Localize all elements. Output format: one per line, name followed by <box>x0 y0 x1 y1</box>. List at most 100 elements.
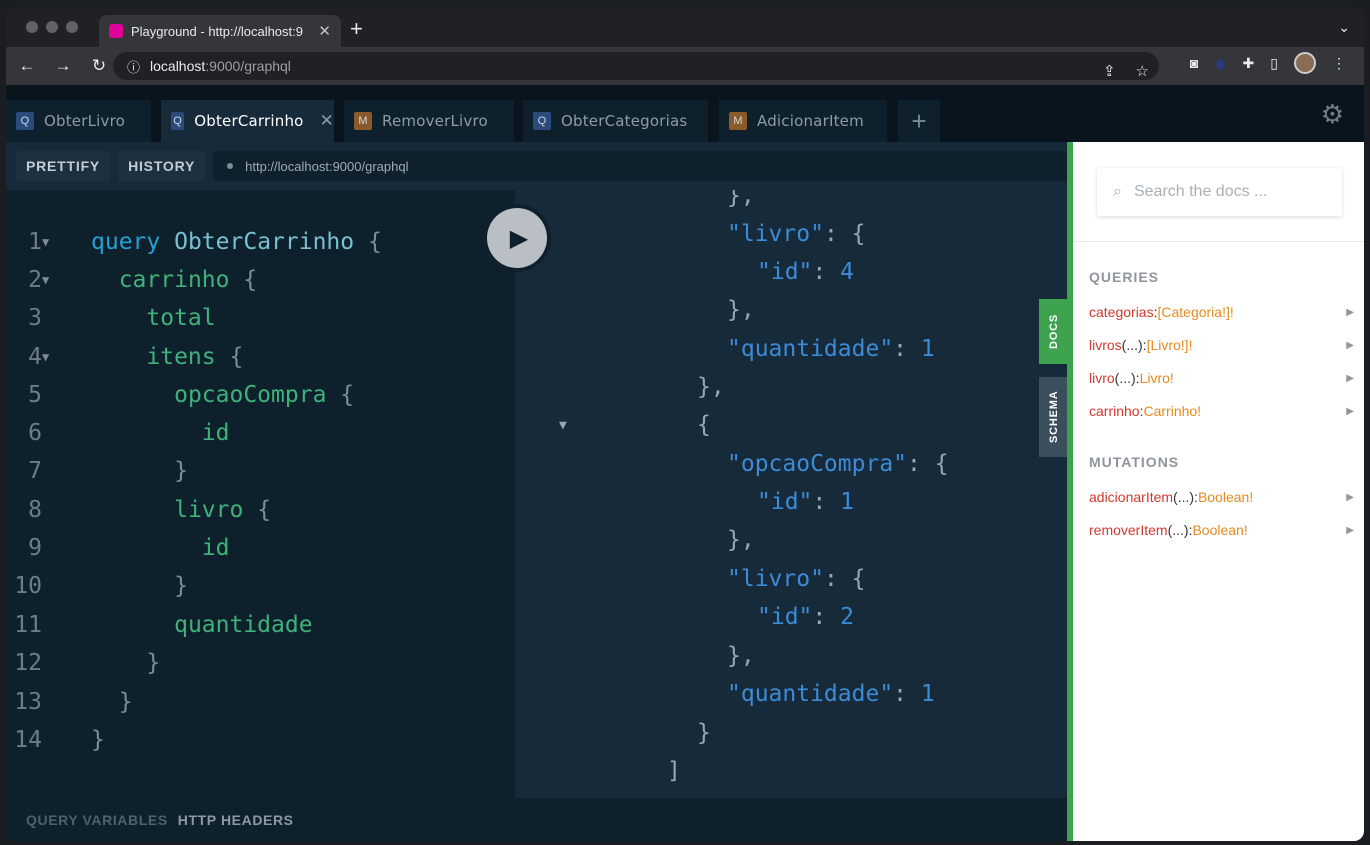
tab-removerlivro[interactable]: M RemoverLivro <box>344 100 514 142</box>
json-punct: }, <box>727 190 755 209</box>
field-name: carrinho <box>1089 403 1140 419</box>
code-brace: } <box>146 650 161 676</box>
extension-icon[interactable]: ◉ <box>1214 55 1226 72</box>
doc-query-livros[interactable]: livros (...): [Livro!]! ▶ <box>1089 337 1354 353</box>
code-brace: { <box>243 267 258 293</box>
mutations-section-title: MUTATIONS <box>1089 454 1180 470</box>
fold-icon[interactable]: ▼ <box>559 418 567 433</box>
json-key: "quantidade" <box>727 681 894 707</box>
json-value: 4 <box>840 259 854 285</box>
line-number: 5 <box>28 382 42 408</box>
code-brace: { <box>229 344 244 370</box>
code-keyword: query <box>91 229 161 255</box>
json-punct: }, <box>727 297 755 323</box>
close-icon[interactable]: ✕ <box>318 22 331 40</box>
doc-query-carrinho[interactable]: carrinho: Carrinho! ▶ <box>1089 403 1354 419</box>
code-brace: { <box>367 229 382 255</box>
query-badge: Q <box>171 112 185 130</box>
arrow-right-icon: ▶ <box>1346 340 1354 351</box>
field-type: Boolean! <box>1192 522 1248 538</box>
browser-titlebar: Playground - http://localhost:9 ✕ + ⌄ <box>6 7 1364 47</box>
browser-tab[interactable]: Playground - http://localhost:9 ✕ <box>99 15 341 47</box>
code-brace: { <box>257 497 272 523</box>
puzzle-icon[interactable]: ✚ <box>1243 55 1255 72</box>
code-field: id <box>201 420 230 446</box>
schema-side-tab[interactable]: SCHEMA <box>1039 377 1069 457</box>
code-field: itens <box>146 344 216 370</box>
field-type: [Categoria!]! <box>1157 304 1234 320</box>
back-icon[interactable]: ← <box>12 51 42 81</box>
tab-adicionaritem[interactable]: M AdicionarItem <box>719 100 887 142</box>
graphql-icon <box>109 24 123 38</box>
tab-obtercarrinho[interactable]: Q ObterCarrinho ✕ <box>161 100 334 142</box>
reload-icon[interactable]: ↻ <box>84 51 114 81</box>
queries-section-title: QUERIES <box>1089 269 1160 285</box>
result-viewer[interactable]: }, "livro": { "id": 4 }, "quantidade": 1… <box>515 190 1068 798</box>
endpoint-input[interactable]: http://localhost:9000/graphql <box>213 151 1068 181</box>
new-tab-button[interactable]: + <box>350 17 363 41</box>
json-punct: }, <box>697 374 725 400</box>
json-punct: }, <box>727 643 755 669</box>
line-number: 13 <box>14 689 42 715</box>
field-name: adicionarItem <box>1089 489 1174 505</box>
chevron-down-icon[interactable]: ⌄ <box>1338 19 1350 36</box>
query-editor[interactable]: 1 ▼ query ObterCarrinho { 2 ▼ carrinho {… <box>6 190 515 798</box>
code-field: opcaoCompra <box>174 382 327 408</box>
prettify-button[interactable]: PRETTIFY <box>16 151 111 181</box>
json-value: 1 <box>840 489 854 515</box>
minimize-window-button[interactable] <box>46 21 58 33</box>
docs-side-tab[interactable]: DOCS <box>1039 299 1069 364</box>
code-brace: } <box>118 689 133 715</box>
search-icon: ⌕ <box>1113 183 1122 200</box>
zoom-window-button[interactable] <box>66 21 78 33</box>
code-field: carrinho <box>118 267 230 293</box>
json-punct: : <box>893 336 921 362</box>
divider <box>1073 241 1364 242</box>
doc-mutation-adicionaritem[interactable]: adicionarItem (...): Boolean! ▶ <box>1089 489 1354 505</box>
arrow-right-icon: ▶ <box>1346 525 1354 536</box>
sidebar-icon[interactable]: ▯ <box>1270 55 1278 72</box>
field-args: (...) <box>1167 522 1189 538</box>
endpoint-url: http://localhost:9000/graphql <box>245 158 409 174</box>
json-punct: : <box>812 489 841 515</box>
line-number: 8 <box>28 497 42 523</box>
doc-query-livro[interactable]: livro (...): Livro! ▶ <box>1089 370 1354 386</box>
query-badge: Q <box>533 112 551 130</box>
search-placeholder: Search the docs ... <box>1133 183 1268 200</box>
address-bar[interactable]: ⓘ localhost:9000/graphql ⇪ ☆ <box>113 52 1159 80</box>
tab-query-variables[interactable]: QUERY VARIABLES <box>26 812 168 828</box>
field-name: livro <box>1089 370 1115 386</box>
extensions-area: ◙ ◉ ✚ ▯ ⋮ <box>1190 52 1346 74</box>
line-number: 2 <box>28 267 42 293</box>
json-punct: { <box>697 412 711 438</box>
json-punct: ] <box>667 758 681 784</box>
close-window-button[interactable] <box>26 21 38 33</box>
more-icon[interactable]: ⋮ <box>1332 55 1346 72</box>
json-key: "id" <box>757 489 813 515</box>
json-key: "livro" <box>727 566 824 592</box>
info-icon[interactable]: ⓘ <box>127 57 140 76</box>
tab-obtercategorias[interactable]: Q ObterCategorias <box>523 100 708 142</box>
docs-search-input[interactable]: ⌕ Search the docs ... <box>1097 168 1342 216</box>
star-icon[interactable]: ☆ <box>1136 62 1149 80</box>
fold-icon[interactable]: ▼ <box>42 235 49 249</box>
tab-http-headers[interactable]: HTTP HEADERS <box>178 812 294 828</box>
camera-icon[interactable]: ◙ <box>1190 55 1198 71</box>
tab-obterlivro[interactable]: Q ObterLivro <box>6 100 151 142</box>
fold-icon[interactable]: ▼ <box>42 350 49 364</box>
plus-icon[interactable]: + <box>898 100 940 142</box>
history-button[interactable]: HISTORY <box>118 151 206 181</box>
share-icon[interactable]: ⇪ <box>1103 62 1116 80</box>
avatar[interactable] <box>1294 52 1316 74</box>
json-punct: : { <box>823 221 866 247</box>
fold-icon[interactable]: ▼ <box>42 273 49 287</box>
forward-icon[interactable]: → <box>48 51 78 81</box>
gear-icon[interactable]: ⚙ <box>1321 99 1344 130</box>
json-key: "livro" <box>727 221 824 247</box>
json-value: 1 <box>920 336 935 362</box>
doc-mutation-removeritem[interactable]: removerItem (...): Boolean! ▶ <box>1089 522 1354 538</box>
arrow-right-icon: ▶ <box>1346 373 1354 384</box>
play-button[interactable]: ▶ <box>483 204 551 272</box>
close-icon[interactable]: ✕ <box>320 111 334 131</box>
doc-query-categorias[interactable]: categorias: [Categoria!]! ▶ <box>1089 304 1354 320</box>
